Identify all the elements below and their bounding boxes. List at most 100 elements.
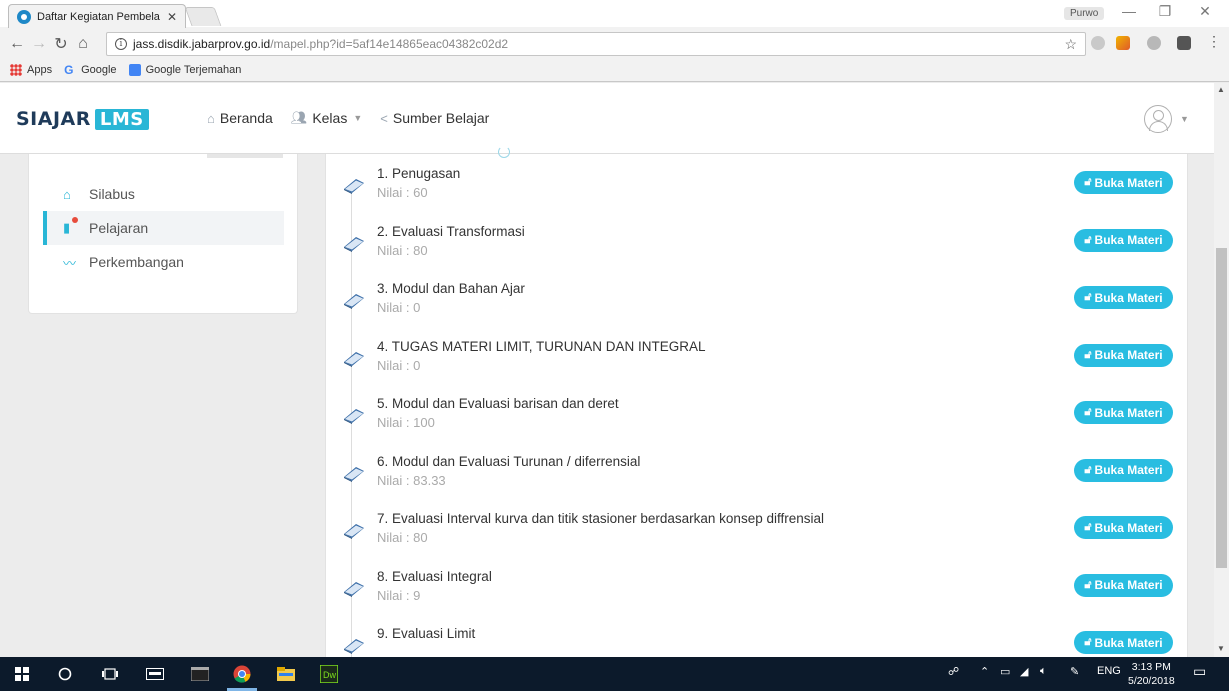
bookmark-apps[interactable]: Apps [10, 64, 52, 76]
lesson-title[interactable]: 6. Modul dan Evaluasi Turunan / diferren… [377, 454, 640, 469]
lesson-score: Nilai : 0 [377, 300, 421, 315]
browser-tab[interactable]: Daftar Kegiatan Pembela ✕ [8, 4, 186, 28]
lesson-title[interactable]: 3. Modul dan Bahan Ajar [377, 281, 525, 296]
terminal-icon[interactable] [190, 664, 210, 684]
book-icon [344, 524, 364, 539]
pen-icon[interactable]: ✎ [1070, 665, 1079, 678]
new-tab-button[interactable] [184, 7, 222, 26]
open-material-button[interactable]: 🔓︎ Buka Materi [1074, 573, 1173, 597]
extension-icon[interactable] [1147, 36, 1161, 50]
clock-date: 5/20/2018 [1128, 675, 1175, 687]
panel-marker [498, 146, 510, 158]
main-menu: ⌂ Beranda 👥︎ Kelas ▼ < Sumber Belajar [207, 110, 507, 126]
unlock-icon: 🔓︎ [1084, 233, 1092, 246]
open-material-button[interactable]: 🔓︎ Buka Materi [1074, 286, 1173, 309]
clock[interactable]: 3:13 PM 5/20/2018 [1128, 660, 1175, 688]
menu-item-kelas[interactable]: 👥︎ Kelas ▼ [291, 110, 362, 126]
people-icon[interactable]: ☍ [948, 665, 959, 678]
users-icon: 👥︎ [290, 110, 308, 125]
siajar-logo[interactable]: SIAJAR LMS [16, 108, 149, 130]
scroll-thumb[interactable] [1216, 248, 1227, 568]
extension-icon[interactable] [1177, 36, 1191, 50]
extension-icon[interactable] [1091, 36, 1105, 50]
file-explorer-icon[interactable] [276, 664, 296, 684]
windows-start-icon[interactable] [12, 664, 32, 684]
home-icon: ⌂ [207, 110, 215, 126]
scroll-down-icon[interactable]: ▼ [1217, 644, 1225, 653]
open-material-label: Buka Materi [1094, 233, 1163, 247]
battery-icon[interactable]: ▭ [1000, 665, 1010, 678]
bookmark-star-icon[interactable]: ☆ [1064, 36, 1077, 53]
lesson-title[interactable]: 1. Penugasan [377, 166, 460, 181]
scroll-up-icon[interactable]: ▲ [1217, 85, 1225, 94]
lesson-score: Nilai : 100 [377, 415, 435, 430]
lesson-item: 1. Penugasan Nilai : 60 🔓︎ Buka Materi [326, 158, 1189, 216]
open-material-button[interactable]: 🔓︎ Buka Materi [1074, 516, 1173, 539]
keyboard-app-icon[interactable] [145, 664, 165, 684]
open-material-button[interactable]: 🔓︎ Buka Materi [1074, 458, 1173, 482]
maximize-icon[interactable]: ❐ [1150, 3, 1180, 20]
tab-title: Daftar Kegiatan Pembela [37, 10, 160, 23]
lesson-title[interactable]: 2. Evaluasi Transformasi [377, 224, 525, 239]
reload-icon[interactable]: ↻ [50, 34, 72, 54]
lesson-title[interactable]: 4. TUGAS MATERI LIMIT, TURUNAN DAN INTEG… [377, 339, 706, 354]
browser-chrome: Daftar Kegiatan Pembela ✕ Purwo — ❐ ✕ ← … [0, 0, 1229, 82]
apps-grid-icon [10, 64, 22, 76]
chevron-down-icon[interactable]: ▼ [1180, 114, 1189, 124]
dreamweaver-icon[interactable]: Dw [319, 664, 339, 684]
network-icon[interactable]: ◢ [1020, 665, 1028, 678]
address-bar[interactable]: i jass.disdik.jabarprov.go.id /mapel.php… [106, 32, 1086, 56]
share-icon: < [380, 110, 388, 126]
lesson-title[interactable]: 9. Evaluasi Limit [377, 626, 475, 641]
bookmark-google[interactable]: G Google [64, 64, 116, 76]
minimize-icon[interactable]: — [1114, 3, 1144, 19]
lesson-title[interactable]: 7. Evaluasi Interval kurva dan titik sta… [377, 511, 824, 526]
open-material-button[interactable]: 🔓︎ Buka Materi [1074, 228, 1173, 252]
task-view-icon[interactable] [100, 664, 120, 684]
lesson-score: Nilai : 83.33 [377, 472, 446, 488]
svg-text:Dw: Dw [323, 670, 336, 680]
menu-item-beranda[interactable]: ⌂ Beranda [207, 110, 273, 126]
lesson-title[interactable]: 8. Evaluasi Integral [377, 569, 492, 584]
lesson-title[interactable]: 5. Modul dan Evaluasi barisan dan deret [377, 396, 619, 411]
unlock-icon: 🔓︎ [1084, 463, 1092, 476]
info-icon[interactable]: i [115, 38, 127, 50]
back-arrow-icon[interactable]: ← [6, 35, 28, 53]
close-window-icon[interactable]: ✕ [1190, 3, 1220, 20]
forward-arrow-icon[interactable]: → [28, 35, 50, 53]
sidebar-item-pelajaran[interactable]: ▮ Pelajaran [43, 211, 284, 245]
open-material-button[interactable]: 🔓︎ Buka Materi [1074, 631, 1173, 654]
book-icon [344, 236, 364, 252]
user-avatar-icon[interactable] [1144, 105, 1172, 133]
sidebar-item-perkembangan[interactable]: 〰 Perkembangan [43, 245, 284, 279]
book-icon: ▮ [63, 217, 81, 236]
page-scrollbar[interactable]: ▲ ▼ [1214, 83, 1229, 657]
open-material-button[interactable]: 🔓︎ Buka Materi [1074, 343, 1173, 367]
browser-profile-name[interactable]: Purwo [1064, 7, 1105, 20]
action-center-icon[interactable]: ▭ [1193, 663, 1206, 680]
open-material-label: Buka Materi [1094, 520, 1163, 535]
language-indicator[interactable]: ENG [1097, 665, 1121, 677]
open-material-button[interactable]: 🔓︎ Buka Materi [1074, 401, 1173, 424]
sidebar-item-silabus[interactable]: ⌂ Silabus [43, 177, 284, 211]
volume-icon[interactable]: 🔈︎ [1040, 665, 1047, 678]
chrome-icon[interactable] [232, 664, 252, 684]
open-material-button[interactable]: 🔓︎ Buka Materi [1074, 171, 1173, 194]
lesson-list-panel: 1. Penugasan Nilai : 60 🔓︎ Buka Materi 2. Ev… [325, 146, 1189, 657]
home-button-icon[interactable]: ⌂ [72, 35, 94, 53]
menu-item-sumber-belajar[interactable]: < Sumber Belajar [380, 110, 489, 126]
bookmark-google-terjemahan[interactable]: Google Terjemahan [128, 64, 241, 76]
activity-icon: 〰 [63, 255, 77, 271]
chevron-down-icon: ▼ [353, 113, 363, 123]
sidebar: ⌂ Silabus ▮ Pelajaran 〰 Perkembangan [28, 154, 298, 314]
open-material-label: Buka Materi [1094, 635, 1163, 650]
tab-close-icon[interactable]: ✕ [167, 10, 177, 24]
menu-dots-icon[interactable]: ⋮ [1207, 33, 1221, 49]
show-hidden-icons[interactable]: ⌃ [980, 665, 989, 678]
lesson-item: 4. TUGAS MATERI LIMIT, TURUNAN DAN INTEG… [326, 331, 1189, 389]
extension-icon[interactable] [1116, 36, 1130, 50]
lesson-score: Nilai : 60 [377, 185, 428, 200]
unlock-icon: 🔓︎ [1084, 291, 1092, 303]
translate-icon [128, 64, 141, 76]
cortana-search-icon[interactable] [55, 664, 75, 684]
